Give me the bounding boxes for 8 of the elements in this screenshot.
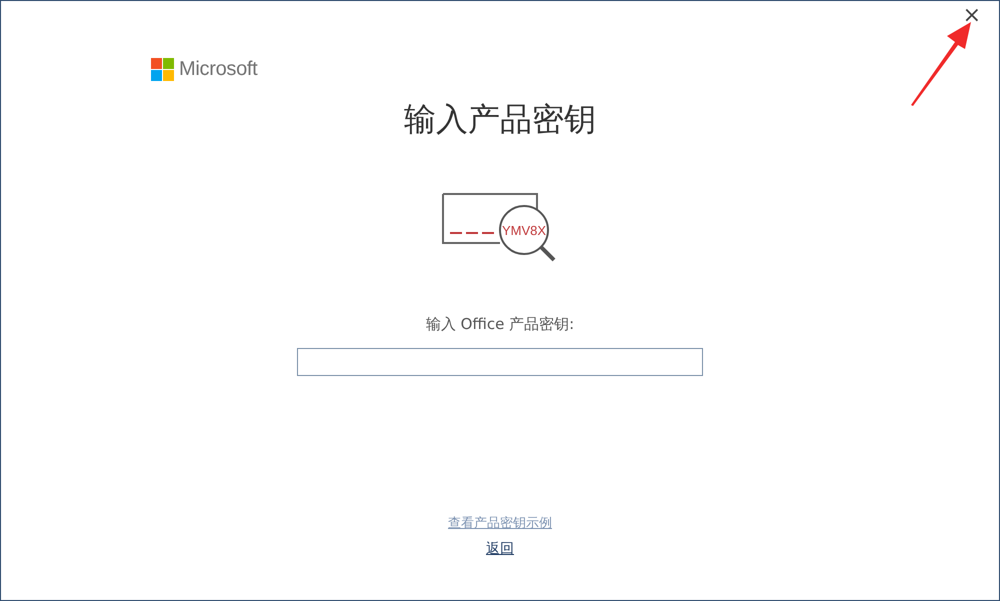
logo-icon [151,58,174,81]
close-button[interactable]: × [958,5,985,27]
key-card-magnifier-drawing: YMV8X [442,193,558,263]
back-link[interactable]: 返回 [486,540,514,558]
product-key-field[interactable] [297,348,703,376]
logo-text: Microsoft [179,58,258,81]
field-label: 输入 Office 产品密钥: [426,315,574,334]
page-title: 输入产品密钥 [404,99,596,139]
